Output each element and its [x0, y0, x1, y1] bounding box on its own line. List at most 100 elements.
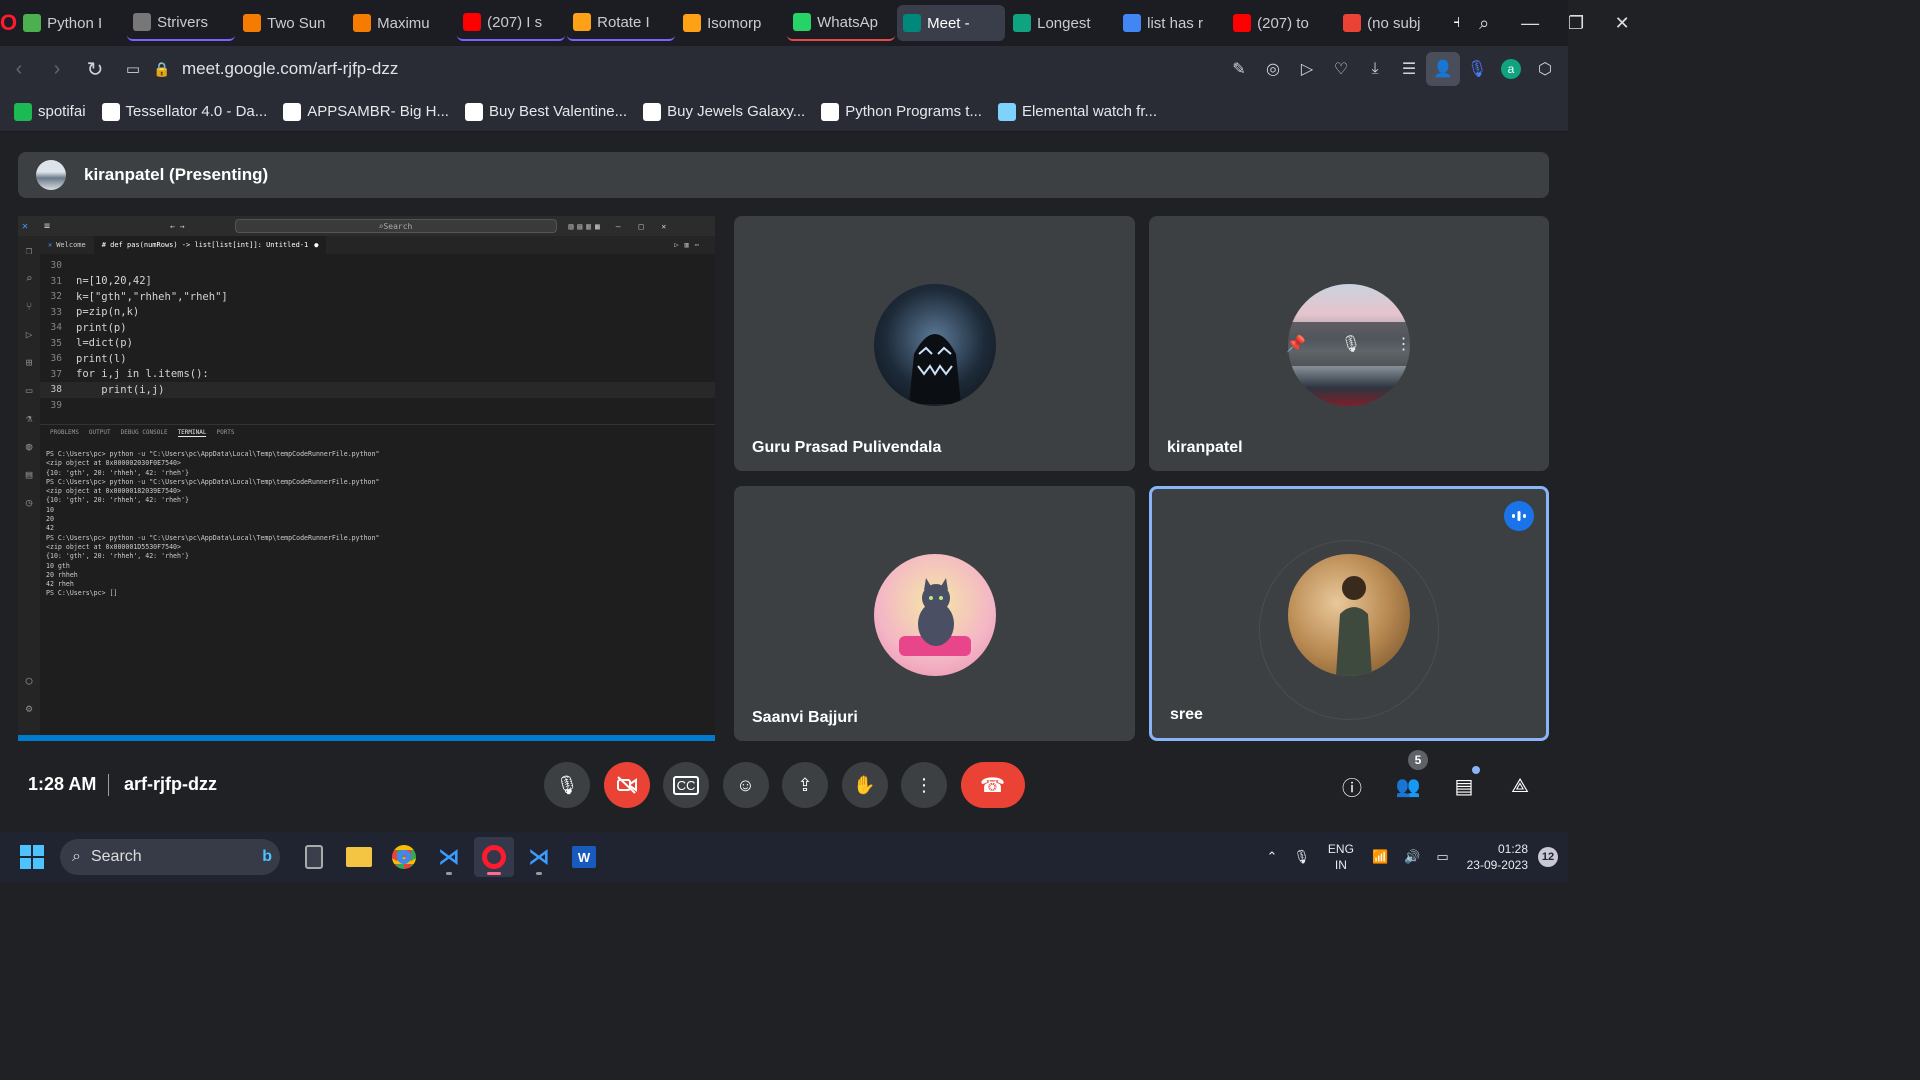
tab-label: (207) I s: [487, 13, 543, 31]
participant-tile[interactable]: 📌 🎙 ⋮ kiranpatel: [1149, 216, 1549, 471]
mute-participant-icon[interactable]: 🎙: [1341, 334, 1361, 354]
participant-avatar: [1288, 554, 1410, 676]
tile-hover-controls[interactable]: 📌 🎙 ⋮: [1269, 322, 1429, 366]
bookmark-item[interactable]: APPSAMBR- Big H...: [283, 102, 449, 121]
heart-icon[interactable]: ♡: [1324, 52, 1358, 86]
url-field[interactable]: meet.google.com/arf-rjfp-dzz: [182, 59, 398, 79]
tab-favicon-icon: [1343, 14, 1362, 32]
extensions-cube-icon[interactable]: ⬡: [1528, 52, 1562, 86]
vscode-tabs: ✕ Welcome # def pas(numRows) -> list[list…: [40, 236, 715, 254]
pin-icon[interactable]: 📌: [1286, 334, 1306, 354]
new-tab-button[interactable]: +: [1447, 5, 1459, 41]
notification-badge[interactable]: 12: [1538, 847, 1558, 867]
meeting-details-button[interactable]: ⓘ: [1324, 764, 1380, 808]
bookmark-item[interactable]: Elemental watch fr...: [997, 102, 1157, 121]
tab-untitled-label: # def pas(numRows) -> list[list[int]]: U…: [101, 241, 309, 249]
camera-off-button[interactable]: [603, 762, 650, 808]
file-explorer-icon[interactable]: [339, 837, 379, 877]
captions-button[interactable]: CC: [663, 762, 709, 808]
extension-a-icon[interactable]: a: [1494, 52, 1528, 86]
windows-start-icon[interactable]: [20, 845, 44, 869]
tab-label: (no subj: [1367, 14, 1421, 32]
browser-tab[interactable]: (no subj: [1337, 5, 1445, 41]
volume-icon[interactable]: 🔊: [1404, 849, 1420, 865]
browser-tab[interactable]: Python I: [17, 5, 125, 41]
forward-icon[interactable]: ›: [38, 51, 76, 87]
profile-icon[interactable]: 👤: [1426, 52, 1460, 86]
vscode-taskbar-icon-2[interactable]: ⋊: [519, 837, 559, 877]
browser-tab[interactable]: WhatsAp: [787, 5, 896, 41]
raise-hand-button[interactable]: ✋: [841, 762, 888, 808]
back-icon[interactable]: ‹: [0, 51, 38, 87]
tab-favicon-icon: [353, 14, 372, 32]
more-options-button[interactable]: ⋮: [901, 762, 947, 808]
close-window-icon[interactable]: ✕: [1599, 0, 1645, 46]
restore-icon[interactable]: ❐: [1553, 0, 1599, 46]
chat-button[interactable]: ▤: [1436, 764, 1492, 808]
browser-tab[interactable]: Maximu: [347, 5, 455, 41]
more-options-icon[interactable]: ⋮: [1396, 334, 1412, 354]
chrome-icon[interactable]: [384, 837, 424, 877]
browser-tab[interactable]: Strivers: [127, 5, 236, 41]
tab-favicon-icon: [133, 13, 152, 31]
browser-tab[interactable]: Meet -: [897, 5, 1006, 41]
edit-icon[interactable]: ✎: [1222, 52, 1256, 86]
participant-tile[interactable]: Saanvi Bajjuri: [734, 486, 1135, 741]
bookmark-item[interactable]: Buy Jewels Galaxy...: [643, 102, 805, 121]
browser-tab[interactable]: Rotate I: [567, 5, 676, 41]
reactions-button[interactable]: ☺: [722, 762, 769, 808]
word-icon[interactable]: W: [564, 837, 604, 877]
calculator-app-icon[interactable]: [294, 837, 334, 877]
microphone-button[interactable]: 🎙: [544, 762, 590, 808]
mic-tray-icon[interactable]: 🎙: [1293, 849, 1310, 865]
present-button[interactable]: ⇪: [782, 762, 828, 808]
activities-button[interactable]: ⟁: [1492, 764, 1548, 808]
lock-icon: 🔒: [153, 60, 171, 77]
activities-icon: ⟁: [1511, 774, 1529, 797]
download-icon[interactable]: ⤓: [1358, 52, 1392, 86]
language-indicator[interactable]: ENG IN: [1328, 841, 1354, 873]
bookmark-item[interactable]: Tessellator 4.0 - Da...: [101, 102, 267, 121]
bookmark-item[interactable]: Python Programs t...: [821, 102, 982, 121]
tab-label: Longest: [1037, 14, 1091, 32]
reload-icon[interactable]: ↻: [76, 51, 114, 87]
snapshot-icon[interactable]: ◎: [1256, 52, 1290, 86]
clock-date[interactable]: 01:28 23-09-2023: [1467, 841, 1528, 873]
browser-tab[interactable]: Two Sun: [237, 5, 345, 41]
address-bar: ‹ › ↻ ▭ 🔒 meet.google.com/arf-rjfp-dzz ✎…: [0, 46, 1568, 92]
bookmark-item[interactable]: spotifai: [14, 102, 86, 121]
browser-tab[interactable]: Longest: [1007, 5, 1115, 41]
bookmarks-bar: spotifai Tessellator 4.0 - Da... APPSAMBR-…: [0, 92, 1568, 132]
code-line: 33 p=zip(n,k): [40, 305, 715, 321]
camera-permission-icon[interactable]: ▭: [114, 51, 152, 87]
minimize-icon[interactable]: —: [1507, 0, 1553, 46]
vscode-window-controls: —□✕: [615, 221, 685, 231]
leave-call-button[interactable]: ☎: [960, 762, 1025, 808]
opera-taskbar-icon[interactable]: [474, 837, 514, 877]
shared-screen[interactable]: ✕ ≡ ← → ⌕ Search ▥▤▥▦ —□✕ ❐ ⌕ ⑂ ▷ ⊞ ▭ ⚗ …: [18, 216, 715, 741]
terminal-output: PS C:\Users\pc> python -u "C:\Users\pc\A…: [46, 450, 380, 598]
bookmark-favicon-icon: [821, 102, 840, 121]
easy-setup-icon[interactable]: ☰: [1392, 52, 1426, 86]
show-hidden-icons[interactable]: ⌃: [1267, 849, 1278, 865]
search-tabs-icon[interactable]: ⌕: [1461, 0, 1507, 46]
bing-icon: b: [262, 848, 272, 865]
opera-logo-icon[interactable]: O: [0, 0, 17, 46]
participant-tile-active-speaker[interactable]: sree: [1149, 486, 1549, 741]
browser-tab[interactable]: (207) to: [1227, 5, 1335, 41]
wifi-icon[interactable]: 📶: [1372, 849, 1388, 865]
battery-icon[interactable]: ▭: [1436, 849, 1448, 865]
participant-tile[interactable]: Guru Prasad Pulivendala: [734, 216, 1135, 471]
people-button[interactable]: 👥 5: [1380, 750, 1436, 808]
search-icon: ⌕: [72, 848, 81, 865]
browser-tab[interactable]: (207) I s: [457, 5, 566, 41]
bookmark-item[interactable]: Buy Best Valentine...: [464, 102, 627, 121]
bookmark-label: APPSAMBR- Big H...: [307, 103, 449, 120]
microphone-icon[interactable]: 🎙: [1460, 52, 1494, 86]
send-icon[interactable]: ▷: [1290, 52, 1324, 86]
browser-tab[interactable]: Isomorp: [677, 5, 785, 41]
taskbar-search[interactable]: ⌕ Search b: [60, 839, 280, 875]
remote-icon: ▭: [25, 383, 33, 397]
vscode-taskbar-icon[interactable]: ⋊: [429, 837, 469, 877]
browser-tab[interactable]: list has r: [1117, 5, 1225, 41]
